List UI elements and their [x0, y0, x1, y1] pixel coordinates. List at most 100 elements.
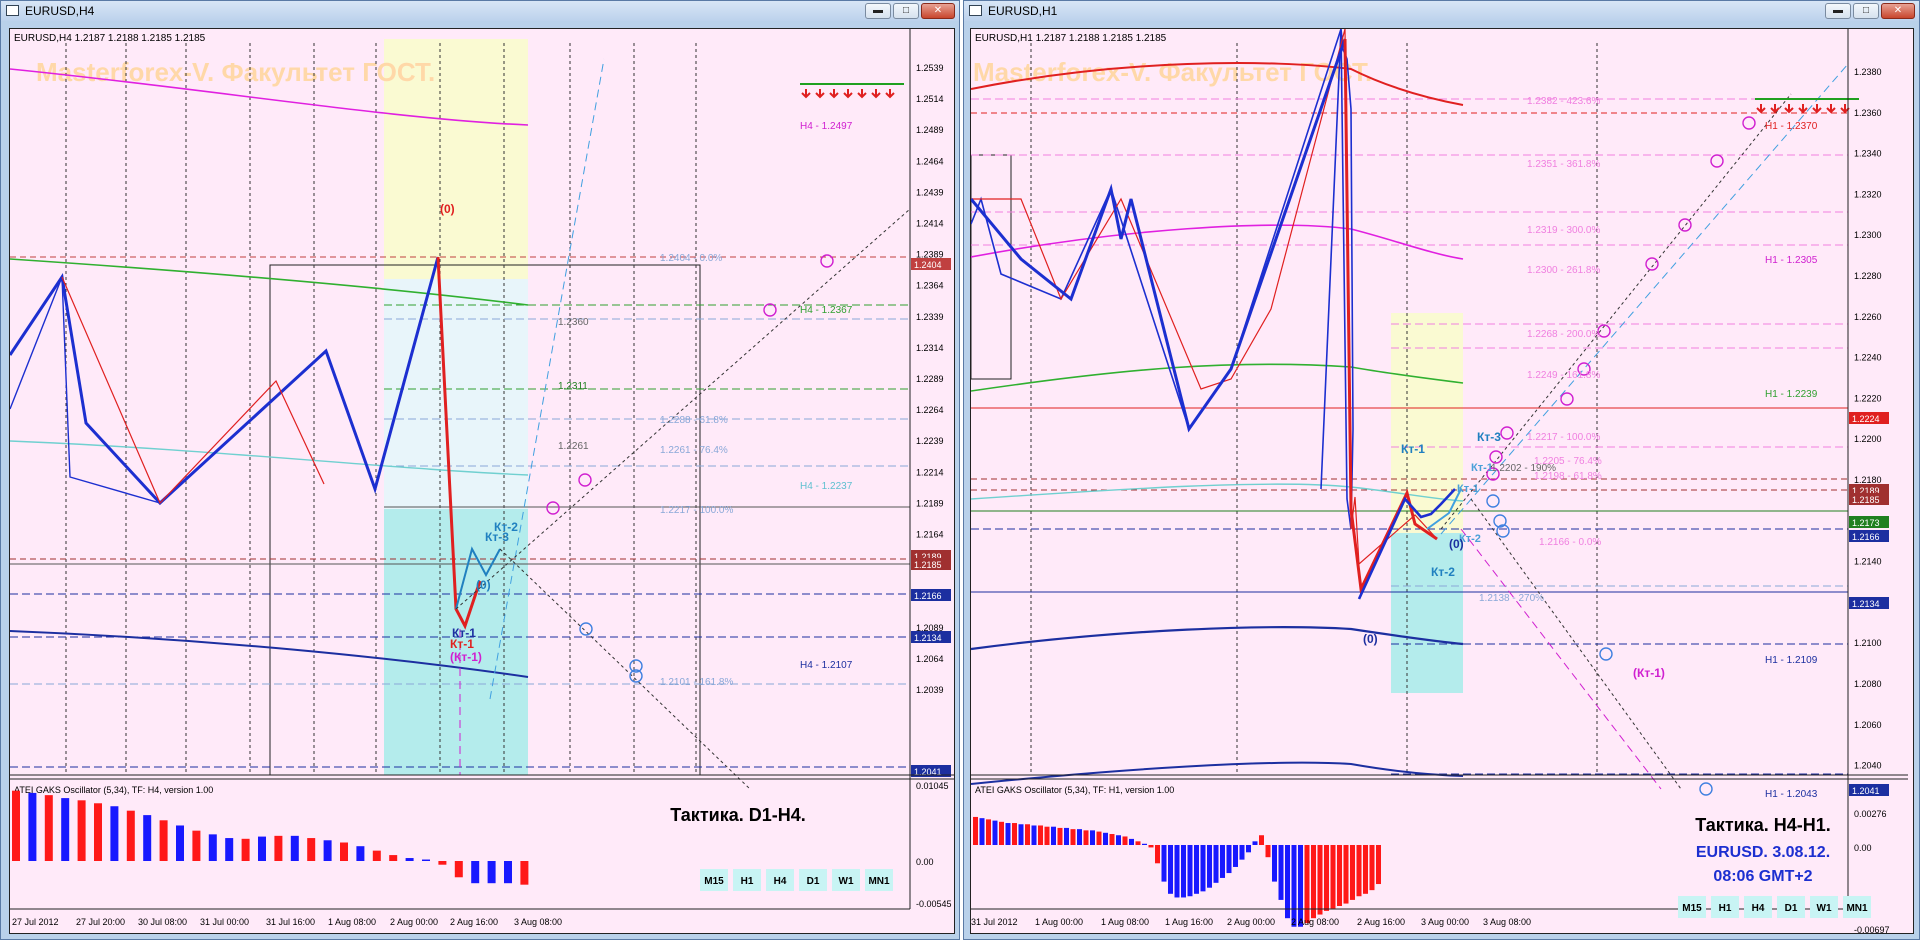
- oscillator-bar: [1369, 845, 1375, 891]
- oscillator-bar: [1376, 845, 1381, 885]
- time-tick-label: 2 Aug 08:00: [1291, 917, 1339, 927]
- zigzag-line: [10, 276, 161, 504]
- price-tick-label: 1.2300: [1854, 230, 1882, 240]
- moving-average: [971, 626, 1464, 651]
- chart-canvas[interactable]: Masterforex-V. Факультет ГОСТ. 1.2382 - 4…: [971, 29, 1913, 933]
- timeframe-button-label[interactable]: H1: [741, 876, 754, 887]
- oscillator-bar: [405, 858, 414, 861]
- timeframe-button-label[interactable]: H4: [774, 876, 787, 887]
- oscillator-bar: [471, 861, 480, 884]
- chart-window-h4[interactable]: EURUSD,H4 ▬ □ ✕ Masterforex-V. Факультет…: [0, 0, 960, 940]
- price-tick-label: 1.2140: [1854, 557, 1882, 567]
- timeframe-button-label[interactable]: W1: [839, 876, 854, 887]
- price-tick-label: 1.2360: [1854, 108, 1882, 118]
- window-titlebar[interactable]: EURUSD,H1 ▬ □ ✕: [964, 1, 1919, 21]
- window-titlebar[interactable]: EURUSD,H4 ▬ □ ✕: [1, 1, 959, 21]
- timeframe-button-m15[interactable]: M15: [700, 869, 728, 891]
- oscillator-bar: [1129, 838, 1134, 845]
- level-label: 1.2101 - 161.8%: [660, 677, 733, 688]
- oscillator-bar: [973, 816, 978, 845]
- wave-annotation: Кт-1: [452, 626, 476, 640]
- timeframe-button-label[interactable]: M15: [704, 876, 724, 887]
- highlight-zone: [1391, 533, 1463, 693]
- timeframe-button-mn1[interactable]: MN1: [865, 869, 893, 891]
- timeframe-button-d1[interactable]: D1: [1777, 896, 1805, 918]
- oscillator-tick-label: -0.00545: [916, 899, 952, 909]
- oscillator-bar: [1096, 831, 1102, 845]
- price-tick-label: 1.2040: [1854, 761, 1882, 771]
- timeframe-button-label[interactable]: MN1: [868, 876, 890, 887]
- oscillator-bar: [389, 855, 398, 861]
- time-tick-label: 1 Aug 16:00: [1165, 917, 1213, 927]
- oscillator-bar: [1291, 845, 1297, 927]
- price-tick-label: 1.2539: [916, 63, 944, 73]
- timeframe-button-w1[interactable]: W1: [1810, 896, 1838, 918]
- oscillator-bar: [1200, 845, 1206, 892]
- timeframe-button-label[interactable]: MN1: [1846, 903, 1868, 914]
- target-circle: [1500, 426, 1514, 440]
- timeframe-button-label[interactable]: W1: [1817, 903, 1832, 914]
- timeframe-button-d1[interactable]: D1: [799, 869, 827, 891]
- oscillator-bar: [176, 825, 184, 861]
- time-tick-label: 2 Aug 16:00: [450, 917, 498, 927]
- target-circle: [1742, 116, 1756, 130]
- close-button[interactable]: ✕: [1881, 3, 1915, 19]
- sell-arrow-icon: [1798, 104, 1808, 114]
- price-tick-label: 1.2289: [916, 374, 944, 384]
- price-chart[interactable]: Masterforex-V. Факультет ГОСТ. H4 - 1.249…: [9, 28, 955, 934]
- ohlc-header: EURUSD,H1 1.2187 1.2188 1.2185 1.2185: [975, 33, 1167, 44]
- sell-arrow-icon: [843, 89, 853, 99]
- oscillator-bar: [1317, 845, 1323, 915]
- timeframe-button-h4[interactable]: H4: [766, 869, 794, 891]
- oscillator-bar: [1226, 845, 1232, 874]
- oscillator-bar: [61, 798, 70, 861]
- price-tick-label: 1.2240: [1854, 353, 1882, 363]
- timeframe-button-label[interactable]: M15: [1682, 903, 1702, 914]
- close-button[interactable]: ✕: [921, 3, 955, 19]
- time-tick-label: 1 Aug 00:00: [1035, 917, 1083, 927]
- chart-canvas[interactable]: Masterforex-V. Факультет ГОСТ. H4 - 1.249…: [10, 29, 954, 933]
- price-tick-label: 1.2439: [916, 187, 944, 197]
- timeframe-button-mn1[interactable]: MN1: [1843, 896, 1871, 918]
- timeframe-button-h4[interactable]: H4: [1744, 896, 1772, 918]
- timeframe-button-label[interactable]: D1: [1785, 903, 1798, 914]
- price-chart[interactable]: Masterforex-V. Факультет ГОСТ. 1.2382 - 4…: [970, 28, 1914, 934]
- oscillator-bar: [1168, 845, 1173, 894]
- oscillator-bar: [1077, 829, 1082, 845]
- wave-annotation: (0): [476, 578, 491, 592]
- minimize-button[interactable]: ▬: [865, 3, 891, 19]
- price-tick-label: 1.2214: [916, 467, 944, 477]
- oscillator-tick-label: 0.00276: [1854, 809, 1887, 819]
- price-badge-label: 1.2166: [914, 591, 942, 601]
- target-circle: [1678, 218, 1692, 232]
- moving-average: [971, 483, 1464, 502]
- timeframe-button-label[interactable]: H4: [1752, 903, 1765, 914]
- oscillator-header: ATEI GAKS Oscillator (5,34), TF: H4, ver…: [14, 785, 213, 795]
- timeframe-button-label[interactable]: H1: [1719, 903, 1732, 914]
- oscillator-bar: [258, 836, 266, 861]
- timeframe-button-h1[interactable]: H1: [1711, 896, 1739, 918]
- price-tick-label: 1.2080: [1854, 679, 1882, 689]
- timeframe-button-label[interactable]: D1: [807, 876, 820, 887]
- chart-window-h1[interactable]: EURUSD,H1 ▬ □ ✕ Masterforex-V. Факультет…: [963, 0, 1920, 940]
- oscillator-tick-label: 0.00: [916, 857, 934, 867]
- oscillator-bar: [1213, 845, 1219, 883]
- price-tick-label: 1.2239: [916, 436, 944, 446]
- maximize-button[interactable]: □: [1853, 3, 1879, 19]
- maximize-button[interactable]: □: [893, 3, 919, 19]
- tactic-subtitle: 08:06 GMT+2: [1713, 868, 1812, 885]
- timeframe-button-w1[interactable]: W1: [832, 869, 860, 891]
- oscillator-bar: [1363, 845, 1368, 894]
- oscillator-bar: [1285, 845, 1290, 919]
- price-tick-label: 1.2514: [916, 94, 944, 104]
- minimize-button[interactable]: ▬: [1825, 3, 1851, 19]
- price-tick-label: 1.2180: [1854, 475, 1882, 485]
- oscillator-bar: [986, 819, 991, 845]
- price-tick-label: 1.2380: [1854, 67, 1882, 77]
- sell-arrow-icon: [829, 89, 839, 99]
- timeframe-button-m15[interactable]: M15: [1678, 896, 1706, 918]
- level-label: 1.2138 - 270%: [1479, 593, 1544, 604]
- oscillator-bar: [1207, 845, 1212, 888]
- level-label: 1.2268 - 200.0%: [1527, 329, 1600, 340]
- timeframe-button-h1[interactable]: H1: [733, 869, 761, 891]
